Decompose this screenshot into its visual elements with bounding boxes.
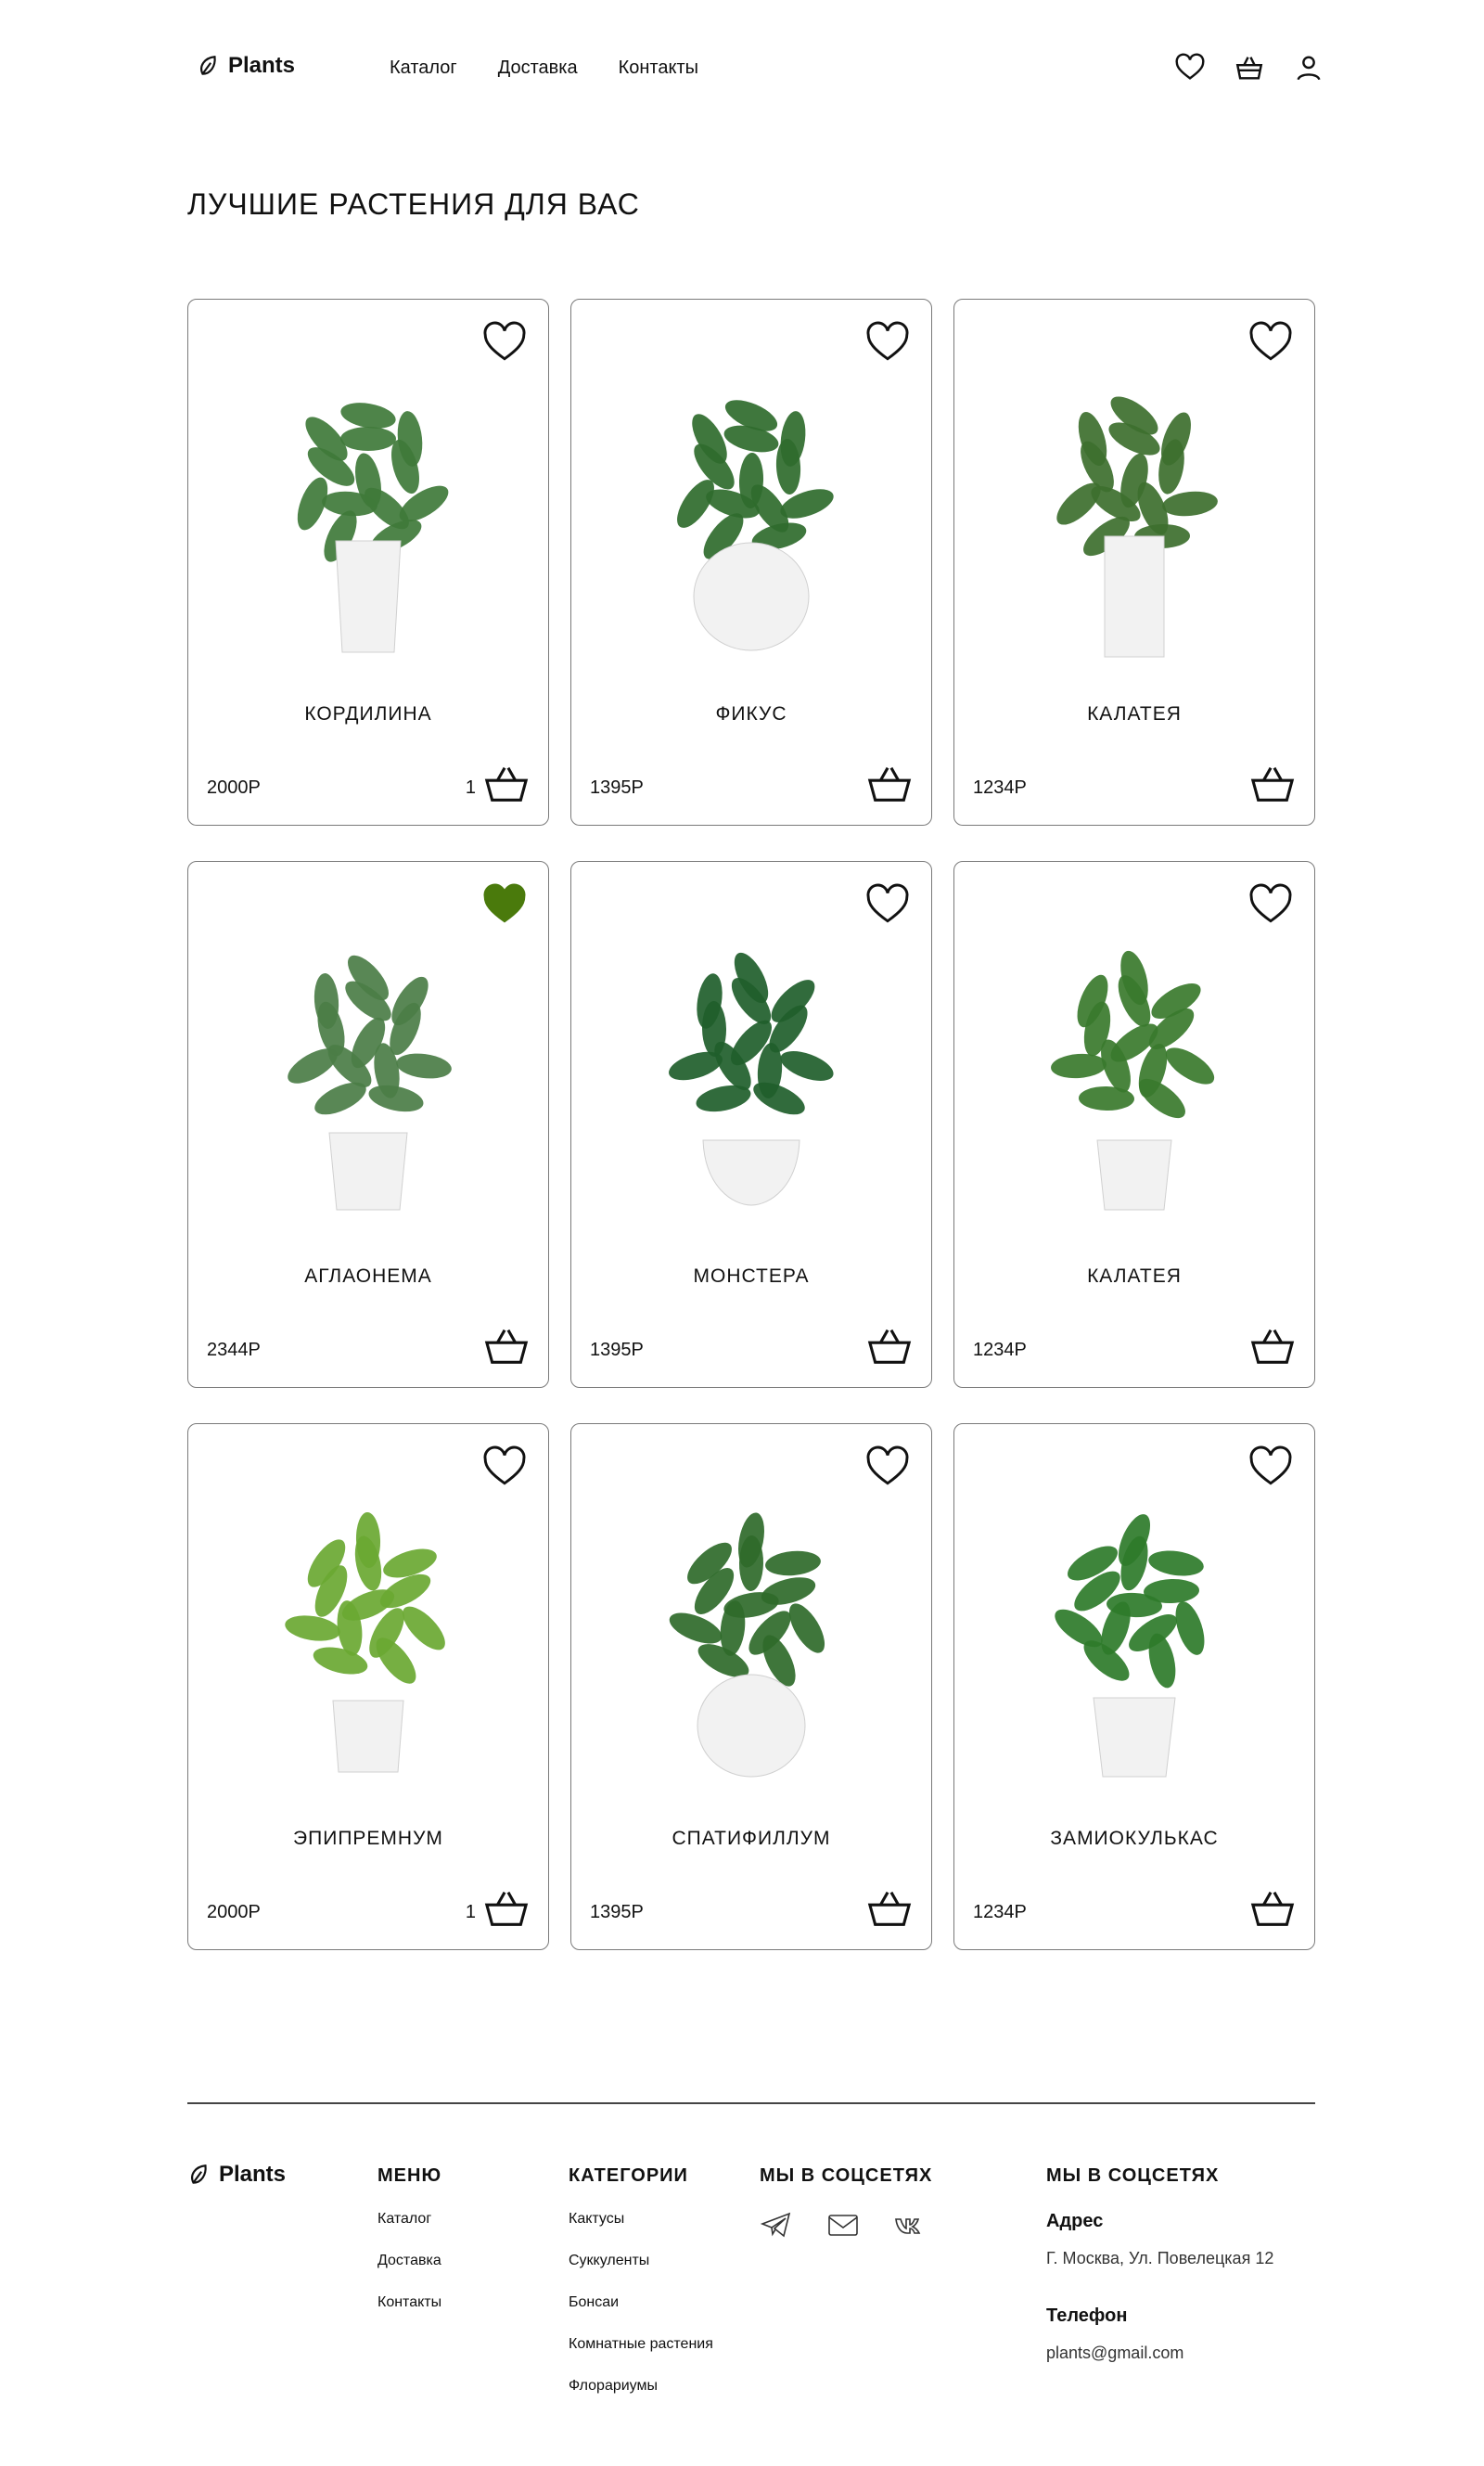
logo-text: Plants — [228, 53, 296, 78]
plant-image — [1051, 950, 1215, 1211]
add-to-cart-basket-icon[interactable] — [483, 764, 530, 804]
product-name: КАЛАТЕЯ — [1087, 703, 1182, 725]
product-card[interactable]: КАЛАТЕЯ 1234Р — [953, 861, 1315, 1388]
product-name: АГЛАОНЕМА — [304, 1265, 432, 1287]
footer-category-item[interactable]: Кактусы — [569, 2211, 713, 2228]
site-header: Plants Каталог Доставка Контакты — [0, 0, 1484, 139]
footer-menu-item[interactable]: Каталог — [377, 2211, 441, 2228]
plant-image — [1056, 396, 1218, 658]
product-card[interactable]: АГЛАОНЕМА 2344Р — [187, 861, 549, 1388]
product-name: КОРДИЛИНА — [304, 703, 432, 725]
product-card[interactable]: ЗАМИОКУЛЬКАС 1234Р — [953, 1423, 1315, 1950]
address-value: Г. Москва, Ул. Повелецкая 12 — [1046, 2249, 1274, 2267]
leaf-icon — [200, 56, 216, 75]
product-card[interactable]: ФИКУС 1395Р — [570, 299, 932, 826]
product-price: 1234Р — [973, 1902, 1027, 1922]
product-card[interactable]: ЭПИПРЕМНУМ 2000Р 1 — [187, 1423, 549, 1950]
product-name: ЭПИПРЕМНУМ — [293, 1828, 443, 1849]
product-price: 2000Р — [207, 1902, 261, 1922]
plant-image — [677, 400, 834, 651]
add-to-cart-basket-icon[interactable] — [866, 1888, 913, 1929]
main-nav: Каталог Доставка Контакты — [390, 58, 698, 79]
footer-contacts: МЫ В СОЦСЕТЯХ Адрес Г. Москва, Ул. Повел… — [1046, 2165, 1273, 2400]
footer-social-title: МЫ В СОЦСЕТЯХ — [760, 2165, 933, 2186]
product-card[interactable]: МОНСТЕРА 1395Р — [570, 861, 932, 1388]
heart-icon[interactable] — [1174, 52, 1206, 83]
product-name: ЗАМИОКУЛЬКАС — [1050, 1828, 1219, 1849]
nav-delivery[interactable]: Доставка — [498, 58, 578, 79]
add-to-cart-basket-icon[interactable] — [1249, 764, 1296, 804]
product-name: СПАТИФИЛЛУМ — [672, 1828, 831, 1849]
basket-icon[interactable] — [1234, 52, 1265, 83]
footer-menu-title: МЕНЮ — [377, 2165, 442, 2186]
add-to-cart-basket-icon[interactable] — [483, 1326, 530, 1367]
add-to-cart-basket-icon[interactable] — [1249, 1888, 1296, 1929]
header-actions — [1174, 52, 1324, 83]
footer-category-item[interactable]: Суккуленты — [569, 2253, 713, 2269]
nav-catalog[interactable]: Каталог — [390, 58, 457, 79]
footer-logo[interactable]: Plants — [187, 2162, 286, 2188]
product-price: 1234Р — [973, 1340, 1027, 1360]
footer-menu-item[interactable]: Доставка — [377, 2253, 441, 2269]
vk-icon[interactable] — [893, 2211, 927, 2239]
product-card[interactable]: КАЛАТЕЯ 1234Р — [953, 299, 1315, 826]
logo[interactable]: Plants — [197, 53, 295, 79]
address-label: Адрес — [1046, 2211, 1104, 2231]
footer-category-item[interactable]: Флорариумы — [569, 2378, 713, 2395]
mail-icon[interactable] — [826, 2211, 860, 2239]
product-price: 1395Р — [590, 777, 644, 798]
footer-menu: МЕНЮ Каталог Доставка Контакты — [377, 2165, 441, 2336]
footer-categories: КАТЕГОРИИ Кактусы Суккуленты Бонсаи Комн… — [569, 2165, 713, 2420]
footer-menu-item[interactable]: Контакты — [377, 2294, 441, 2311]
add-to-cart-basket-icon[interactable] — [866, 1326, 913, 1367]
plant-image — [669, 1512, 825, 1778]
product-card[interactable]: СПАТИФИЛЛУМ 1395Р — [570, 1423, 932, 1950]
phone-value[interactable]: plants@gmail.com — [1046, 2344, 1273, 2363]
plant-image — [669, 952, 834, 1206]
product-quantity: 1 — [465, 1902, 476, 1922]
product-price: 2000Р — [207, 777, 261, 798]
nav-contacts[interactable]: Контакты — [619, 58, 698, 79]
product-grid: КОРДИЛИНА 2000Р 1 ФИКУС 1395Р КАЛАТЕЯ 1234Р АГЛ… — [187, 299, 1315, 1950]
plant-image — [285, 1512, 445, 1773]
product-name: КАЛАТЕЯ — [1087, 1265, 1182, 1287]
plant-image — [297, 403, 449, 653]
product-quantity: 1 — [465, 777, 476, 798]
add-to-cart-basket-icon[interactable] — [1249, 1326, 1296, 1367]
footer-social: МЫ В СОЦСЕТЯХ — [760, 2165, 932, 2239]
plant-image — [1055, 1514, 1205, 1778]
product-price: 1234Р — [973, 777, 1027, 798]
footer-divider — [187, 2102, 1315, 2104]
product-price: 2344Р — [207, 1340, 261, 1360]
product-price: 1395Р — [590, 1340, 644, 1360]
footer-category-item[interactable]: Комнатные растения — [569, 2336, 713, 2353]
add-to-cart-basket-icon[interactable] — [483, 1888, 530, 1929]
telegram-icon[interactable] — [760, 2211, 793, 2239]
plant-image — [288, 955, 452, 1211]
footer-contacts-title: МЫ В СОЦСЕТЯХ — [1046, 2165, 1220, 2186]
user-icon[interactable] — [1293, 52, 1324, 83]
product-card[interactable]: КОРДИЛИНА 2000Р 1 — [187, 299, 549, 826]
footer-logo-text: Plants — [219, 2162, 287, 2187]
product-name: ФИКУС — [715, 703, 787, 725]
leaf-icon — [191, 2164, 207, 2184]
phone-label: Телефон — [1046, 2305, 1128, 2326]
footer-category-item[interactable]: Бонсаи — [569, 2294, 713, 2311]
add-to-cart-basket-icon[interactable] — [866, 764, 913, 804]
page-title: ЛУЧШИЕ РАСТЕНИЯ ДЛЯ ВАС — [187, 187, 640, 221]
product-name: МОНСТЕРА — [693, 1265, 810, 1287]
footer-categories-title: КАТЕГОРИИ — [569, 2165, 688, 2186]
product-price: 1395Р — [590, 1902, 644, 1922]
